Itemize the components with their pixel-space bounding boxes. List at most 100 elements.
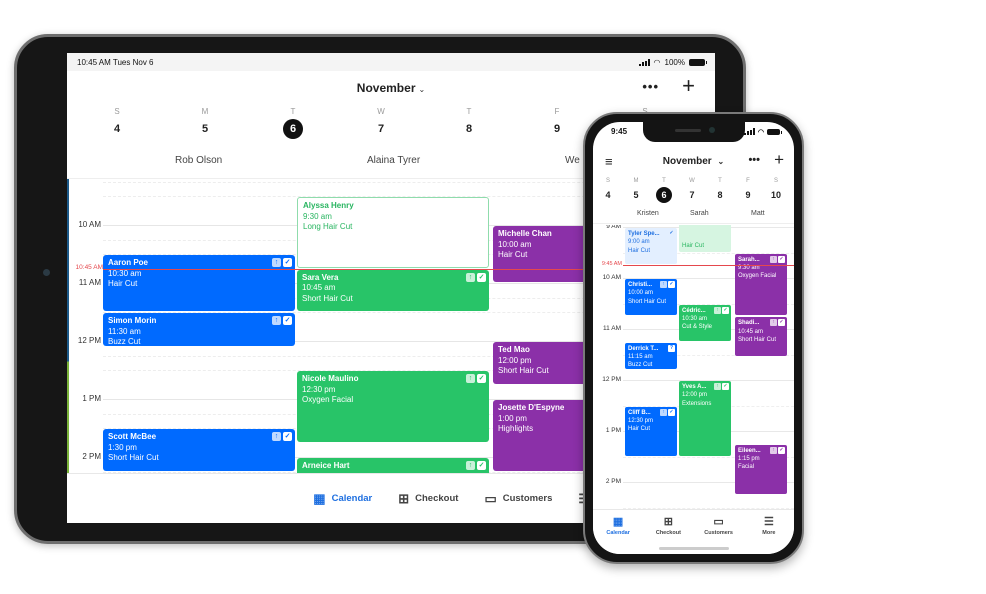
menu-icon: ☰ (763, 516, 774, 528)
check-icon[interactable]: ✓ (778, 319, 785, 327)
check-icon[interactable]: ✓ (477, 272, 486, 282)
service-name: Short Hair Cut (738, 336, 777, 343)
tab-label: Checkout (655, 530, 681, 536)
staff-name: Matt (751, 210, 765, 217)
day-7[interactable]: W7 (682, 178, 702, 203)
appointment-block[interactable]: Sarah... 9:30 am Oxygen Facial ↑ ✓ (735, 253, 787, 316)
check-icon[interactable]: ✓ (668, 408, 675, 416)
more-options-button[interactable]: ••• (748, 154, 760, 166)
arrow-up-icon[interactable]: ↑ (272, 432, 281, 441)
check-icon[interactable]: ✓ (477, 374, 486, 383)
arrow-up-icon[interactable]: ↑ (466, 272, 475, 282)
day-4[interactable]: S4 (598, 178, 618, 203)
client-name: Ted Mao (498, 345, 530, 354)
appointment-block[interactable]: Cliff B... 12:30 pm Hair Cut ↑ ✓ (625, 406, 677, 456)
tab-more[interactable]: ☰ More (747, 515, 791, 554)
appointment-block[interactable]: Hair Cut (679, 225, 731, 252)
status-badges: ↑ ✓ (660, 281, 675, 288)
arrow-up-icon[interactable]: ↑ (770, 255, 777, 263)
appointment-block[interactable]: Aaron Poe 10:30 am Hair Cut ↑ ✓ (103, 255, 295, 311)
day-5[interactable]: M5 (626, 178, 646, 203)
appointment-block[interactable]: Christi... 10:00 am Short Hair Cut ↑ ✓ (625, 279, 677, 316)
appointment-block[interactable]: Ted Mao 12:00 pm Short Hair Cut (493, 342, 593, 384)
tab-checkout[interactable]: ⊞ Checkout (398, 491, 458, 507)
month-label: November (356, 81, 416, 95)
appointment-block[interactable]: Tyler Spe... 9:00 am Hair Cut ✓ (625, 228, 677, 265)
client-name: Aaron Poe (108, 258, 149, 267)
check-icon[interactable]: ✓ (722, 383, 729, 390)
check-icon[interactable]: ✓ (477, 461, 486, 470)
appointment-block[interactable]: Josette D'Espyne 1:00 pm Highlights (493, 400, 593, 471)
arrow-up-icon[interactable]: ↑ (770, 319, 777, 327)
time-label: 1 PM (82, 394, 101, 403)
check-icon[interactable]: ✓ (778, 446, 785, 454)
appointment-block[interactable]: Sara Vera 10:45 am Short Hair Cut ↑ ✓ (297, 269, 489, 311)
day-4[interactable]: S4 (97, 107, 137, 139)
add-appointment-button[interactable]: + (774, 150, 784, 170)
add-appointment-button[interactable]: + (682, 73, 695, 99)
arrow-up-icon[interactable]: ↑ (660, 281, 667, 288)
appointment-block[interactable]: Alyssa Henry 9:30 am Long Hair Cut (297, 197, 489, 268)
tab-customers[interactable]: ▭ Customers (484, 491, 552, 507)
grid-icon: ⊞ (398, 490, 410, 506)
client-name: Nicole Maulino (302, 374, 359, 383)
service-name: Hair Cut (628, 426, 651, 433)
check-icon[interactable]: ✓ (668, 230, 675, 237)
status-badges: ↑ ✓ (714, 306, 729, 314)
month-selector[interactable]: November ⌄ (357, 79, 425, 97)
appointment-block[interactable]: Eileen... 1:15 pm Facial ↑ ✓ (735, 444, 787, 494)
appointment-block[interactable]: Cédric... 10:30 am Cut & Style ↑ ✓ (679, 304, 731, 341)
tab-calendar[interactable]: ▦ Calendar (596, 515, 640, 554)
check-icon[interactable]: ✓ (283, 316, 292, 325)
question-icon[interactable]: ? (668, 344, 675, 352)
appointment-block[interactable]: Yves A... 12:00 pm Extensions ↑ ✓ (679, 381, 731, 456)
appointment-block[interactable]: Michelle Chan 10:00 am Hair Cut (493, 226, 593, 282)
appointment-block[interactable]: Simon Morin 11:30 am Buzz Cut ↑ ✓ (103, 313, 295, 346)
appointment-time: 1:15 pm (738, 456, 760, 463)
day-8[interactable]: T8 (710, 178, 730, 203)
check-icon[interactable]: ✓ (778, 255, 785, 263)
day-number: 5 (201, 123, 209, 135)
appointment-block[interactable]: Scott McBee 1:30 pm Short Hair Cut ↑ ✓ (103, 429, 295, 471)
appointment-time: 1:00 pm (498, 413, 527, 423)
day-8[interactable]: T8 (449, 107, 489, 139)
arrow-up-icon[interactable]: ↑ (466, 461, 475, 470)
more-options-button[interactable]: ••• (642, 79, 659, 94)
arrow-up-icon[interactable]: ↑ (770, 446, 777, 454)
day-6[interactable]: T6 (654, 178, 674, 203)
status-badges: ↑ ✓ (770, 446, 785, 454)
day-9[interactable]: F9 (738, 178, 758, 203)
service-name: Extensions (682, 400, 712, 407)
appointment-block[interactable]: Arneice Hart2:00 pmShampoo & Blow Dry↑✓ (297, 458, 489, 473)
month-selector[interactable]: November ⌄ (593, 156, 794, 167)
arrow-up-icon[interactable]: ↑ (660, 408, 667, 416)
appointment-time: 11:15 am (628, 354, 653, 361)
appointment-block[interactable]: Shadi... 10:45 am Short Hair Cut ↑ ✓ (735, 317, 787, 357)
arrow-up-icon[interactable]: ↑ (272, 316, 281, 325)
day-7[interactable]: W7 (361, 107, 401, 139)
check-icon[interactable]: ✓ (283, 258, 292, 267)
month-label: November (662, 156, 712, 167)
appointment-block[interactable]: Derrick T... 11:15 am Buzz Cut? (625, 342, 677, 369)
day-6[interactable]: T6 (273, 107, 313, 139)
arrow-up-icon[interactable]: ↑ (714, 306, 721, 314)
tab-calendar[interactable]: ▦ Calendar (313, 491, 372, 507)
day-of-week: T (466, 107, 472, 116)
tab-label: More (762, 530, 776, 536)
day-10[interactable]: S 10 (766, 178, 786, 203)
arrow-up-icon[interactable]: ↑ (714, 383, 721, 390)
day-of-week: T (718, 178, 722, 184)
arrow-up-icon[interactable]: ↑ (272, 258, 281, 267)
tab-label: Calendar (606, 530, 630, 536)
appointment-block[interactable]: Nicole Maulino 12:30 pm Oxygen Facial ↑ ✓ (297, 371, 489, 442)
day-9[interactable]: F9 (537, 107, 577, 139)
check-icon[interactable]: ✓ (722, 306, 729, 314)
day-of-week: M (201, 107, 209, 116)
check-icon[interactable]: ✓ (283, 432, 292, 441)
day-5[interactable]: M5 (185, 107, 225, 139)
appointment-time: 1:30 pm (108, 442, 137, 452)
check-icon[interactable]: ✓ (668, 281, 675, 288)
arrow-up-icon[interactable]: ↑ (466, 374, 475, 383)
calendar-icon: ▦ (313, 490, 326, 506)
appointment-time: 9:30 am (303, 211, 332, 221)
